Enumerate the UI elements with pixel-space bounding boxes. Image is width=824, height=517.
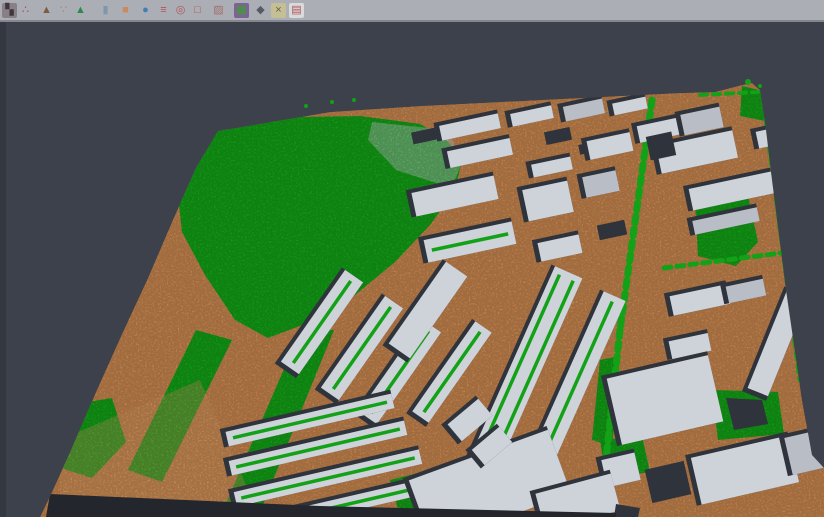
sphere-render-icon[interactable]: ● xyxy=(138,3,153,18)
terrain-model-icon[interactable]: ▲ xyxy=(39,3,54,18)
point-density-icon[interactable]: ∵ xyxy=(56,3,71,18)
circle-select-icon[interactable]: ◎ xyxy=(173,3,188,18)
vegetation-patch xyxy=(14,432,58,470)
measure-flag-icon[interactable]: ▤ xyxy=(289,3,304,18)
profile-view-icon[interactable]: ▮ xyxy=(98,3,113,18)
building xyxy=(777,157,819,184)
pattern-grid-icon[interactable]: ▨ xyxy=(211,3,226,18)
classified-cloud-icon[interactable]: ▩ xyxy=(234,3,249,18)
main-toolbar: ▚∴ ▲∵▲ ▮ ■ ●≡◎□ ▨ ▩ ◆×▤ xyxy=(0,0,824,22)
ground-points-icon[interactable]: ■ xyxy=(118,3,133,18)
open-project-icon[interactable]: ▚ xyxy=(2,3,17,18)
mesh-model-icon[interactable]: ◆ xyxy=(253,3,268,18)
stray-vegetation-point xyxy=(352,98,356,102)
clear-selection-icon[interactable]: × xyxy=(271,3,286,18)
stray-vegetation-point xyxy=(304,104,308,108)
stray-vegetation-point xyxy=(330,100,334,104)
layer-stack-icon[interactable]: ≡ xyxy=(156,3,171,18)
rect-select-icon[interactable]: □ xyxy=(190,3,205,18)
point-cloud-scene[interactable] xyxy=(0,22,824,517)
vegetation-terrain-icon[interactable]: ▲ xyxy=(73,3,88,18)
stray-vegetation-point xyxy=(758,84,762,88)
classify-points-icon[interactable]: ∴ xyxy=(18,3,33,18)
viewport-left-edge xyxy=(0,22,6,517)
classified-point-cloud[interactable] xyxy=(0,22,824,517)
stray-vegetation-point xyxy=(745,79,751,85)
3d-viewport[interactable] xyxy=(0,22,824,517)
